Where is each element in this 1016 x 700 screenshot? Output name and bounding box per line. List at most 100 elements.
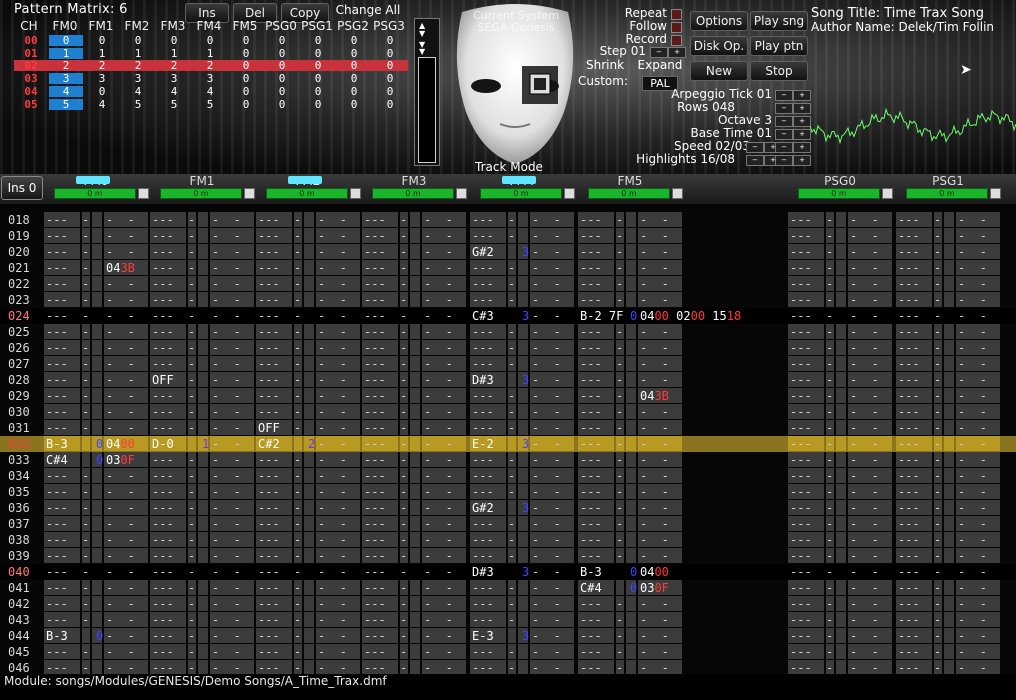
effect-cell[interactable]: - -	[532, 292, 561, 308]
effect-cell[interactable]: - -	[318, 372, 347, 388]
effect-cell[interactable]: - -	[958, 308, 987, 324]
step-increase-button[interactable]: +	[668, 47, 686, 58]
instrument-cell[interactable]: -	[294, 500, 301, 516]
effect-cell[interactable]: - -	[212, 628, 241, 644]
instrument-cell[interactable]: -	[188, 612, 195, 628]
note-cell[interactable]: ---	[46, 532, 68, 548]
note-cell[interactable]: ---	[364, 644, 386, 660]
effect-cell[interactable]: - -	[318, 484, 347, 500]
instrument-cell[interactable]: -	[934, 596, 941, 612]
effect-cell[interactable]: - -	[212, 420, 241, 436]
effect-cell[interactable]: - -	[850, 292, 879, 308]
instrument-cell[interactable]: -	[82, 468, 89, 484]
note-cell[interactable]: ---	[152, 660, 174, 674]
step-decrease-button[interactable]: −	[650, 47, 668, 58]
effect-cell[interactable]: - -	[958, 452, 987, 468]
instrument-cell[interactable]: -	[294, 580, 301, 596]
param-decrease-button[interactable]: −	[746, 142, 764, 153]
note-cell[interactable]: ---	[898, 436, 920, 452]
effect-cell[interactable]: - -	[958, 564, 987, 580]
effect-cell[interactable]: - -	[424, 372, 453, 388]
instrument-cell[interactable]: -	[188, 324, 195, 340]
effect-cell[interactable]: - -	[318, 228, 347, 244]
effect-cell[interactable]: - -	[424, 260, 453, 276]
effect-cell[interactable]: - -	[640, 260, 669, 276]
effect-cell[interactable]: - -	[212, 564, 241, 580]
note-cell[interactable]: ---	[364, 564, 386, 580]
pm-cell[interactable]: 0	[265, 99, 299, 110]
effect-cell[interactable]: - -	[958, 276, 987, 292]
pm-cell[interactable]: 1	[49, 47, 83, 59]
note-cell[interactable]: ---	[580, 436, 602, 452]
note-cell[interactable]: ---	[580, 660, 602, 674]
note-cell[interactable]: ---	[152, 500, 174, 516]
effect-cell[interactable]: - -	[318, 260, 347, 276]
instrument-cell[interactable]: -	[188, 468, 195, 484]
note-cell[interactable]: ---	[152, 596, 174, 612]
effect-cell[interactable]: - -	[958, 212, 987, 228]
note-cell[interactable]: ---	[152, 228, 174, 244]
note-cell[interactable]: G#2	[472, 500, 494, 516]
effect-cell[interactable]: - -	[640, 644, 669, 660]
pm-cell[interactable]: 0	[193, 35, 227, 46]
effect-cell[interactable]: - -	[424, 308, 453, 324]
instrument-cell[interactable]: -	[82, 292, 89, 308]
pattern-row[interactable]: 038 --- - - - --- - - - --- - - - --- - - - --- - - - --…	[0, 532, 1016, 548]
pm-cell[interactable]: 0	[373, 35, 407, 46]
note-cell[interactable]: ---	[898, 516, 920, 532]
pm-cell[interactable]: 0	[301, 86, 335, 97]
instrument-cell[interactable]: -	[188, 292, 195, 308]
instrument-cell[interactable]: -	[826, 292, 833, 308]
pattern-row[interactable]: 033 C#4 0 030F --- - - - --- - - - --- - - - --- - - --…	[0, 452, 1016, 468]
effect-cell[interactable]: - -	[424, 660, 453, 674]
effect-cell[interactable]: - -	[424, 500, 453, 516]
effect-cell[interactable]: - -	[850, 516, 879, 532]
effect-cell[interactable]: - -	[106, 356, 135, 372]
effect-cell[interactable]: - -	[318, 356, 347, 372]
effect-cell[interactable]: - -	[212, 644, 241, 660]
instrument-cell[interactable]: -	[508, 324, 515, 340]
effect-cell[interactable]: - -	[212, 580, 241, 596]
note-cell[interactable]: ---	[46, 388, 68, 404]
instrument-cell[interactable]: -	[934, 356, 941, 372]
instrument-cell[interactable]: -	[934, 324, 941, 340]
note-cell[interactable]: D#3	[472, 564, 494, 580]
pattern-row[interactable]: 022 --- - - - --- - - - --- - - - --- - - - --- - - - --…	[0, 276, 1016, 292]
param-increase-button[interactable]: +	[793, 116, 811, 127]
instrument-cell[interactable]: -	[82, 596, 89, 612]
channel-volume-meter[interactable]: 0 m	[480, 188, 562, 199]
instrument-cell[interactable]: -	[826, 228, 833, 244]
note-cell[interactable]: ---	[898, 452, 920, 468]
note-cell[interactable]: ---	[580, 644, 602, 660]
effect-cell[interactable]: - -	[850, 564, 879, 580]
instrument-cell[interactable]: -	[82, 212, 89, 228]
pattern-row[interactable]: 018 --- - - - --- - - - --- - - - --- - - - --- - - - --…	[0, 212, 1016, 228]
note-cell[interactable]: E-2	[472, 436, 494, 452]
effect-cell[interactable]: - -	[850, 228, 879, 244]
effect-cell[interactable]: - -	[424, 228, 453, 244]
effect-cell[interactable]: - -	[212, 532, 241, 548]
effect-cell[interactable]: - -	[106, 468, 135, 484]
note-cell[interactable]: ---	[364, 340, 386, 356]
instrument-cell[interactable]: -	[188, 276, 195, 292]
instrument-cell[interactable]: -	[400, 324, 407, 340]
note-cell[interactable]: ---	[46, 356, 68, 372]
param-decrease-button[interactable]: −	[775, 116, 793, 127]
note-cell[interactable]: ---	[258, 292, 280, 308]
instrument-cell[interactable]: -	[508, 580, 515, 596]
instrument-cell[interactable]: -	[934, 452, 941, 468]
pm-cell[interactable]: 5	[49, 98, 83, 110]
pm-cell[interactable]: 0	[265, 73, 299, 84]
pattern-row[interactable]: 039 --- - - - --- - - - --- - - - --- - - - --- - - - --…	[0, 548, 1016, 564]
instrument-cell[interactable]: -	[82, 308, 89, 324]
effect-cell[interactable]: - -	[424, 244, 453, 260]
note-cell[interactable]: ---	[472, 660, 494, 674]
note-cell[interactable]: ---	[790, 244, 812, 260]
effect-cell[interactable]: - -	[106, 548, 135, 564]
note-cell[interactable]: ---	[580, 628, 602, 644]
effect-cell[interactable]: - -	[318, 388, 347, 404]
instrument-cell[interactable]: -	[934, 244, 941, 260]
effect-cell[interactable]: - -	[640, 228, 669, 244]
effect-cell[interactable]: - -	[318, 212, 347, 228]
instrument-cell[interactable]: -	[294, 516, 301, 532]
